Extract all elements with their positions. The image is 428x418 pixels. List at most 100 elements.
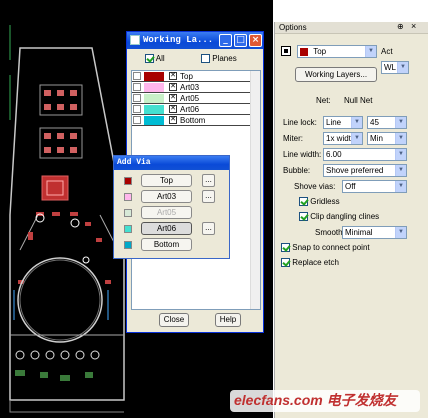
gridless-label: Gridless [310, 197, 340, 206]
layer-enabled-checkbox[interactable]: ✕ [169, 116, 177, 124]
wl-value: WL [384, 63, 396, 72]
net-value: Null Net [344, 96, 373, 105]
shove-vias-value: Off [345, 182, 356, 191]
working-layers-titlebar[interactable]: Working La... _ □ × [127, 32, 263, 49]
layer-color-swatch [144, 105, 164, 114]
layer-name: Art06 [180, 105, 200, 114]
layer-enabled-checkbox[interactable]: ✕ [169, 105, 177, 113]
layer-visible-checkbox[interactable] [133, 105, 141, 113]
via-layer-button[interactable]: Art06 [141, 222, 192, 235]
layer-row[interactable]: ✕ Art03 [132, 82, 251, 93]
line-lock-select[interactable]: Line ▼ [323, 116, 363, 129]
planes-label: Planes [212, 54, 237, 63]
watermark: elecfans.com 电子发烧友 [230, 390, 420, 412]
layer-name: Art05 [180, 94, 200, 103]
layer-row[interactable]: ✕ Bottom [132, 115, 251, 126]
via-options-button[interactable]: ... [202, 190, 215, 203]
chevron-down-icon: ▼ [365, 46, 376, 57]
layer-swatch-button[interactable] [281, 46, 291, 56]
via-layer-button[interactable]: Top [141, 174, 192, 187]
maximize-icon[interactable]: □ [234, 34, 247, 47]
chevron-down-icon: ▼ [395, 149, 406, 160]
replace-etch-checkbox[interactable]: Replace etch [281, 258, 339, 268]
miter-select[interactable]: 1x width ▼ [323, 132, 363, 145]
layer-visible-checkbox[interactable] [133, 94, 141, 102]
add-via-titlebar[interactable]: Add Via [114, 156, 229, 170]
chevron-down-icon: ▼ [351, 117, 362, 128]
layer-visible-checkbox[interactable] [133, 83, 141, 91]
all-label: All [155, 54, 165, 63]
bubble-value: Shove preferred [326, 166, 384, 175]
pin-icon[interactable]: ⊕ [397, 22, 404, 31]
layer-enabled-checkbox[interactable]: ✕ [169, 94, 177, 102]
layer-swatch-icon [284, 49, 288, 53]
checkbox-icon [281, 258, 290, 268]
close-panel-icon[interactable]: × [411, 21, 416, 31]
via-layer-button[interactable]: Art03 [141, 190, 192, 203]
miter-label: Miter: [283, 134, 303, 143]
net-label: Net: [316, 96, 331, 105]
via-layer-button[interactable]: Art05 [141, 206, 192, 219]
via-color-swatch [124, 193, 132, 201]
layer-enabled-checkbox[interactable]: ✕ [169, 83, 177, 91]
layer-row[interactable]: ✕ Art06 [132, 104, 251, 115]
snap-checkbox[interactable]: Snap to connect point [281, 243, 370, 253]
via-row: Art05 [114, 206, 231, 220]
smooth-value: Minimal [345, 228, 373, 237]
checkbox-icon [281, 243, 290, 253]
via-row: Art03... [114, 190, 231, 204]
planes-checkbox[interactable]: Planes [201, 54, 237, 64]
layer-list-scrollbar[interactable] [250, 71, 260, 309]
via-row: Art06... [114, 222, 231, 236]
via-row: Top... [114, 174, 231, 188]
via-options-button[interactable]: ... [202, 174, 215, 187]
chevron-down-icon: ▼ [395, 117, 406, 128]
layer-name: Top [180, 72, 193, 81]
layer-color-swatch [144, 72, 164, 81]
miter-min-select[interactable]: Min ▼ [367, 132, 407, 145]
wl-select[interactable]: WL ▼ [381, 61, 409, 74]
layer-visible-checkbox[interactable] [133, 116, 141, 124]
options-panel: Options ⊕ × Top ▼ Act WL ▼ Working Layers… [274, 21, 428, 418]
via-color-swatch [124, 241, 132, 249]
shove-vias-select[interactable]: Off ▼ [342, 180, 407, 193]
snap-label: Snap to connect point [292, 243, 370, 252]
layer-select[interactable]: Top ▼ [297, 45, 377, 58]
minimize-icon[interactable]: _ [219, 34, 232, 47]
layer-visible-checkbox[interactable] [133, 72, 141, 80]
angle-select[interactable]: 45 ▼ [367, 116, 407, 129]
layer-name: Bottom [180, 116, 206, 125]
clip-dangling-checkbox[interactable]: Clip dangling clines [299, 212, 380, 222]
line-width-select[interactable]: 6.00 ▼ [323, 148, 407, 161]
working-layers-title: Working La... [143, 35, 214, 45]
layer-name: Art03 [180, 83, 200, 92]
act-label: Act [381, 47, 393, 56]
chevron-down-icon: ▼ [395, 133, 406, 144]
shove-vias-label: Shove vias: [294, 182, 336, 191]
line-width-label: Line width: [283, 150, 322, 159]
layer-color-swatch [144, 94, 164, 103]
clip-label: Clip dangling clines [310, 212, 380, 221]
close-button[interactable]: Close [159, 313, 189, 327]
working-layers-button[interactable]: Working Layers... [295, 67, 377, 82]
options-header: Options ⊕ × [275, 21, 428, 34]
via-layer-button[interactable]: Bottom [141, 238, 192, 251]
via-color-swatch [124, 225, 132, 233]
checkbox-icon [201, 54, 210, 64]
smooth-label: Smooth: [315, 228, 345, 237]
add-via-title: Add Via [117, 158, 151, 167]
layer-enabled-checkbox[interactable]: ✕ [169, 72, 177, 80]
layer-color-swatch [144, 83, 164, 92]
layer-row[interactable]: ✕ Art05 [132, 93, 251, 104]
chevron-down-icon: ▼ [395, 227, 406, 238]
close-icon[interactable]: × [249, 34, 262, 47]
bubble-select[interactable]: Shove preferred ▼ [323, 164, 407, 177]
via-options-button[interactable]: ... [202, 222, 215, 235]
via-color-swatch [124, 177, 132, 185]
help-button[interactable]: Help [215, 313, 241, 327]
smooth-select[interactable]: Minimal ▼ [342, 226, 407, 239]
layer-row[interactable]: ✕ Top [132, 71, 251, 82]
gridless-checkbox[interactable]: Gridless [299, 197, 340, 207]
all-checkbox[interactable]: All [145, 54, 165, 64]
line-width-value: 6.00 [326, 150, 342, 159]
